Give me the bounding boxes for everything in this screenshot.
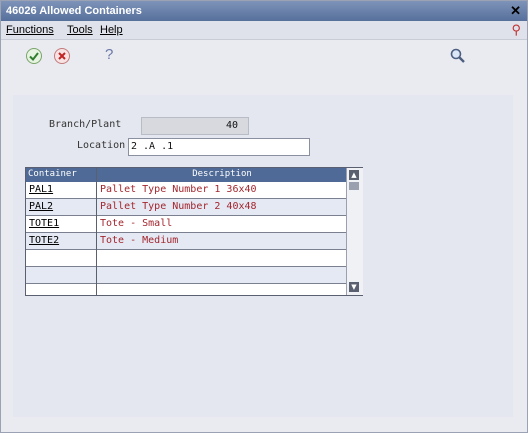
- table-row[interactable]: TOTE1 Tote - Small: [26, 216, 362, 233]
- check-icon[interactable]: [25, 47, 43, 65]
- column-divider: [96, 168, 97, 295]
- menu-tools[interactable]: Tools: [67, 24, 93, 36]
- table-row[interactable]: TOTE2 Tote - Medium: [26, 233, 362, 250]
- description-cell[interactable]: Tote - Small: [100, 218, 172, 229]
- container-cell[interactable]: PAL1: [29, 184, 53, 195]
- help-icon[interactable]: ?: [105, 46, 123, 64]
- branch-plant-label: Branch/Plant: [49, 119, 122, 130]
- application-window: 46026 Allowed Containers ✕ Functions Too…: [0, 0, 528, 433]
- table-row[interactable]: PAL1 Pallet Type Number 1 36x40: [26, 182, 362, 199]
- container-cell[interactable]: PAL2: [29, 201, 53, 212]
- scroll-up-icon[interactable]: ▲: [349, 170, 359, 180]
- window-title: 46026 Allowed Containers: [6, 5, 142, 17]
- containers-grid: Container Description PAL1 Pallet Type N…: [25, 167, 363, 296]
- container-cell[interactable]: TOTE2: [29, 235, 59, 246]
- scroll-down-icon[interactable]: ▼: [349, 282, 359, 292]
- description-cell[interactable]: Tote - Medium: [100, 235, 178, 246]
- table-row[interactable]: [26, 250, 362, 267]
- table-row[interactable]: [26, 267, 362, 284]
- search-icon[interactable]: [449, 47, 467, 65]
- toolbar: ?: [1, 39, 527, 73]
- vertical-scrollbar[interactable]: ▲ ▼: [346, 168, 363, 295]
- description-cell[interactable]: Pallet Type Number 1 36x40: [100, 184, 257, 195]
- table-row[interactable]: [26, 284, 362, 295]
- container-cell[interactable]: TOTE1: [29, 218, 59, 229]
- close-icon[interactable]: ✕: [510, 3, 521, 19]
- scroll-thumb[interactable]: [349, 182, 359, 190]
- form-panel: Branch/Plant 40 Location 2 .A .1 Contain…: [13, 95, 513, 417]
- location-input[interactable]: 2 .A .1: [128, 138, 310, 156]
- column-header-container[interactable]: Container: [28, 169, 77, 179]
- pin-icon[interactable]: ⚲: [511, 22, 521, 38]
- description-cell[interactable]: Pallet Type Number 2 40x48: [100, 201, 257, 212]
- branch-plant-value: 40: [141, 117, 249, 135]
- menu-bar: Functions Tools Help ⚲: [1, 21, 527, 40]
- menu-help[interactable]: Help: [100, 24, 123, 36]
- location-label: Location: [77, 140, 126, 151]
- menu-functions[interactable]: Functions: [6, 24, 54, 36]
- cancel-icon[interactable]: [53, 47, 71, 65]
- column-header-description[interactable]: Description: [98, 169, 346, 179]
- table-row[interactable]: PAL2 Pallet Type Number 2 40x48: [26, 199, 362, 216]
- grid-header: Container Description: [26, 168, 362, 182]
- title-bar: 46026 Allowed Containers ✕: [1, 1, 527, 21]
